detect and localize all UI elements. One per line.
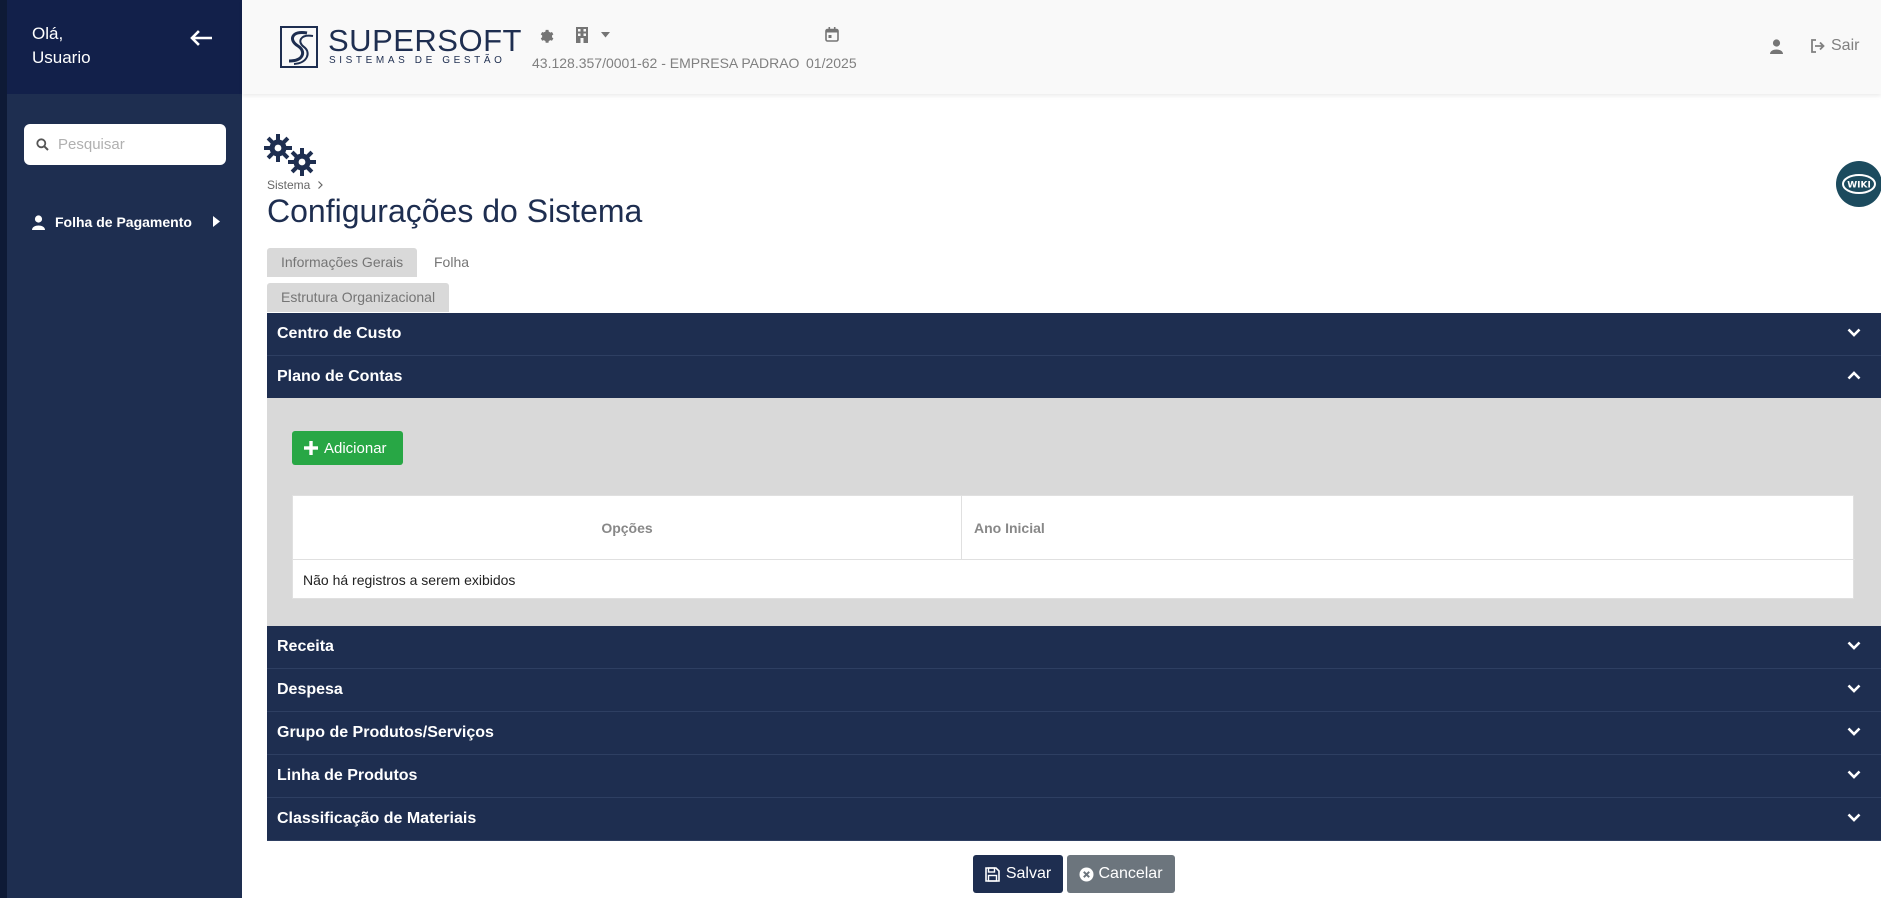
logout-label: Sair: [1831, 37, 1860, 54]
brand-tagline: SISTEMAS DE GESTÃO: [329, 55, 506, 66]
tab-informacoes-gerais[interactable]: Informações Gerais: [267, 248, 418, 277]
supersoft-logo: [280, 26, 318, 68]
sign-out-icon: [1811, 39, 1825, 53]
save-button[interactable]: Salvar: [973, 855, 1063, 893]
chevron-down-icon: [1847, 727, 1861, 736]
gear-icon[interactable]: [538, 27, 554, 43]
chevron-down-icon: [1847, 328, 1861, 337]
save-button-label: Salvar: [1005, 865, 1052, 882]
cancel-button[interactable]: Cancelar: [1067, 855, 1175, 893]
tab-folha[interactable]: Folha: [420, 248, 483, 277]
tab-estrutura-organizacional[interactable]: Estrutura Organizacional: [267, 283, 450, 312]
user-icon: [32, 214, 45, 230]
page-title: Configurações do Sistema: [267, 193, 643, 229]
breadcrumb-item-sistema[interactable]: Sistema: [267, 178, 310, 192]
top-header: SUPERSOFT SISTEMAS DE GESTÃO 43.128.357/…: [242, 0, 1881, 94]
column-header-opcoes: Opções: [293, 496, 962, 560]
logout-button[interactable]: Sair: [1810, 37, 1859, 55]
gears-icon: [264, 134, 316, 176]
company-label: 43.128.357/0001-62 - EMPRESA PADRAO: [532, 55, 800, 71]
greeting: Olá, Usuario: [32, 22, 91, 70]
accordion-label: Plano de Contas: [277, 368, 403, 385]
greeting-line1: Olá,: [32, 24, 64, 43]
chevron-down-icon: [1847, 770, 1861, 779]
search-input[interactable]: [58, 132, 218, 157]
chevron-down-icon[interactable]: [601, 32, 610, 38]
wiki-button[interactable]: WIKI: [1836, 161, 1881, 207]
wiki-icon: WIKI: [1842, 174, 1876, 194]
period-label[interactable]: 01/2025: [806, 55, 857, 71]
accordion-plano-de-contas[interactable]: Plano de Contas: [267, 356, 1881, 399]
plano-de-contas-table: Opções Ano Inicial Não há registros a se…: [292, 495, 1855, 599]
close-circle-icon: [1079, 867, 1094, 881]
sidebar-header: Olá, Usuario: [7, 0, 242, 94]
sidebar-item-label: Folha de Pagamento: [55, 214, 192, 230]
column-header-ano-inicial[interactable]: Ano Inicial: [962, 496, 1855, 560]
accordion-label: Despesa: [277, 681, 343, 698]
search-icon: [36, 138, 49, 151]
accordion-label: Linha de Produtos: [277, 767, 418, 784]
chevron-right-icon: [318, 181, 324, 189]
greeting-username: Usuario: [32, 48, 91, 67]
calendar-icon[interactable]: [825, 27, 839, 42]
accordion-label: Centro de Custo: [277, 325, 402, 342]
building-icon[interactable]: [576, 27, 588, 43]
brand-name: SUPERSOFT: [328, 23, 522, 58]
accordion-classificacao-de-materiais[interactable]: Classificação de Materiais: [267, 798, 1881, 841]
accordion-despesa[interactable]: Despesa: [267, 669, 1881, 712]
plus-icon: [304, 441, 318, 455]
sidebar: Olá, Usuario Folha de Pagamento: [0, 0, 242, 898]
caret-right-icon: [213, 216, 220, 227]
svg-text:WIKI: WIKI: [1847, 181, 1871, 191]
accordion-centro-de-custo[interactable]: Centro de Custo: [267, 313, 1881, 356]
chevron-down-icon: [1847, 641, 1861, 650]
user-icon[interactable]: [1770, 39, 1783, 54]
accordion-grupo-de-produtos-servicos[interactable]: Grupo de Produtos/Serviços: [267, 712, 1881, 755]
chevron-down-icon: [1847, 813, 1861, 822]
accordion-label: Receita: [277, 638, 334, 655]
breadcrumb: Sistema: [267, 178, 324, 192]
search-box[interactable]: [24, 124, 226, 165]
chevron-down-icon: [1847, 684, 1861, 693]
plano-de-contas-panel: Adicionar Opções Ano Inicial Não há regi…: [267, 398, 1881, 626]
chevron-up-icon: [1847, 371, 1861, 380]
accordion-receita[interactable]: Receita: [267, 626, 1881, 669]
accordion-label: Grupo de Produtos/Serviços: [277, 724, 494, 741]
add-button[interactable]: Adicionar: [292, 431, 403, 465]
save-icon: [985, 866, 1000, 882]
accordion-linha-de-produtos[interactable]: Linha de Produtos: [267, 755, 1881, 798]
accordion-label: Classificação de Materiais: [277, 810, 477, 827]
empty-message: Não há registros a serem exibidos: [303, 572, 516, 588]
arrow-left-icon[interactable]: [190, 30, 214, 50]
sidebar-item-folha-de-pagamento[interactable]: Folha de Pagamento: [32, 210, 232, 234]
cancel-button-label: Cancelar: [1098, 865, 1163, 882]
add-button-label: Adicionar: [324, 439, 387, 457]
